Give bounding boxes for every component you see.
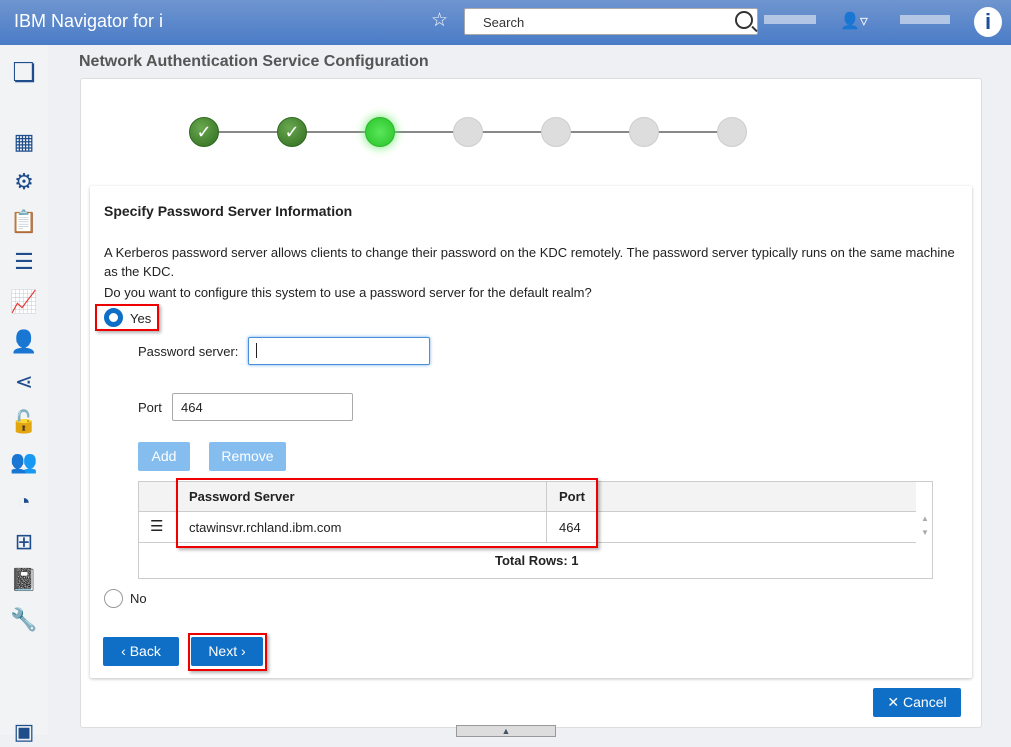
blurred-system-name	[764, 15, 816, 24]
performance-icon[interactable]: ◔	[9, 487, 39, 517]
top-bar: IBM Navigator for i ☆ Search 👤▿ i	[0, 0, 1011, 45]
highlight-next	[188, 633, 267, 671]
page-title: Network Authentication Service Configura…	[79, 53, 429, 70]
journal-icon[interactable]: 📓	[9, 565, 39, 595]
chart-icon[interactable]: 📈	[9, 287, 39, 317]
step-7	[717, 117, 747, 147]
remove-button[interactable]: Remove	[209, 442, 286, 471]
gear-icon[interactable]: ⚙	[9, 167, 39, 197]
add-button[interactable]: Add	[138, 442, 190, 471]
lock-icon[interactable]: 🔓	[9, 407, 39, 437]
ibm-i-logo[interactable]: i	[974, 7, 1002, 37]
apps-icon[interactable]: ❏	[9, 57, 39, 87]
step-5	[541, 117, 571, 147]
search-placeholder: Search	[483, 15, 525, 30]
blurred-user-name	[900, 15, 950, 24]
app-title: IBM Navigator for i	[14, 11, 164, 31]
sidebar: ❏ ▦ ⚙ 📋 ☰ 📈 👤 ⋖ 🔓 👥 ◔ ⊞ 📓 🔧 ▣	[0, 45, 48, 744]
favorites-star-icon[interactable]: ☆	[431, 9, 448, 32]
step-2-complete: ✓	[277, 117, 307, 147]
highlight-yes	[95, 304, 159, 331]
users-icon[interactable]: 👥	[9, 447, 39, 477]
user-gear-icon[interactable]: 👤	[9, 327, 39, 357]
step-3-current	[365, 117, 395, 147]
total-rows: Total Rows: 1	[495, 553, 579, 568]
table-scrollbar[interactable]: ▲ ▼	[919, 512, 931, 542]
wrench-icon[interactable]: 🔧	[9, 605, 39, 635]
list-icon[interactable]: ☰	[9, 247, 39, 277]
no-radio[interactable]	[104, 589, 123, 608]
password-server-input[interactable]	[248, 337, 430, 365]
step-1-complete: ✓	[189, 117, 219, 147]
no-label: No	[130, 591, 147, 606]
building-icon[interactable]: ▦	[9, 127, 39, 157]
back-label: Back	[129, 643, 161, 659]
scroll-to-top-button[interactable]: ▲	[456, 725, 556, 737]
back-button[interactable]: ‹ Back	[103, 637, 179, 666]
hierarchy-icon[interactable]: ⊞	[9, 527, 39, 557]
cancel-label: Cancel	[903, 694, 947, 710]
highlight-table	[176, 478, 598, 548]
port-input[interactable]: 464	[172, 393, 353, 421]
user-menu-icon[interactable]: 👤▿	[840, 11, 868, 31]
step-4	[453, 117, 483, 147]
cancel-button[interactable]: ✕ Cancel	[873, 688, 961, 717]
network-icon[interactable]: ⋖	[9, 367, 39, 397]
clipboard-icon[interactable]: 📋	[9, 207, 39, 237]
description: A Kerberos password server allows client…	[104, 245, 955, 279]
search-icon[interactable]	[735, 11, 753, 29]
question: Do you want to configure this system to …	[104, 285, 592, 300]
port-label: Port	[138, 400, 162, 415]
password-server-label: Password server:	[138, 344, 239, 359]
close-icon: ✕	[887, 694, 900, 710]
section-title: Specify Password Server Information	[104, 203, 353, 219]
calendar-icon[interactable]: ▣	[9, 717, 39, 747]
text-cursor	[256, 343, 257, 358]
row-drag-handle-icon[interactable]: ☰	[150, 517, 163, 535]
search-input[interactable]: Search	[464, 8, 758, 35]
step-6	[629, 117, 659, 147]
chevron-left-icon: ‹	[121, 643, 130, 659]
